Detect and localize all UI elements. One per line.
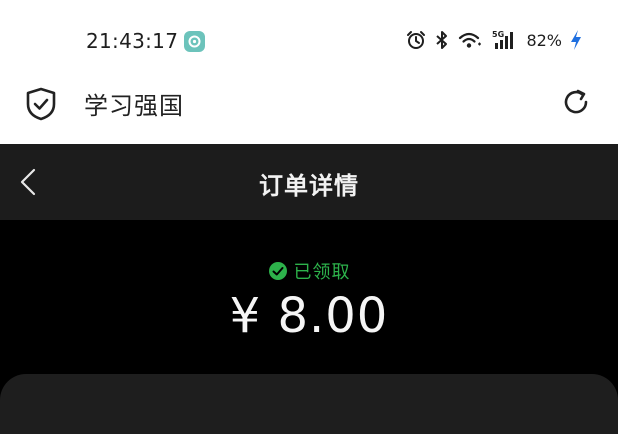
status-time: 21:43:17 [86,29,179,53]
shield-check-icon[interactable] [24,86,58,122]
bluetooth-icon [436,31,448,49]
order-summary: 已领取 ¥ 8.00 [0,220,618,397]
order-amount: ¥ 8.00 [229,288,389,344]
chat-bubble-icon [188,35,201,48]
page-title: 订单详情 [259,172,359,200]
wifi-icon [459,32,482,48]
refresh-icon[interactable] [560,86,592,118]
detail-card [0,374,618,434]
signal-5g-icon: 5G [492,30,514,49]
battery-percentage: 82% [526,30,562,50]
svg-text:5G: 5G [492,30,504,39]
status-label: 已领取 [293,262,351,283]
status-bar: 21:43:17 5G 82% [0,0,618,80]
order-status: 已领取 [0,258,618,284]
app-title: 学习强国 [84,92,184,120]
notification-app-icon [184,31,205,52]
charging-bolt-icon [571,30,581,50]
nav-bar: 订单详情 [0,144,618,220]
status-icons: 5G 82% [406,28,582,52]
check-circle-icon [268,262,287,280]
alarm-icon [407,31,426,49]
app-bar: 学习强国 [0,80,618,144]
